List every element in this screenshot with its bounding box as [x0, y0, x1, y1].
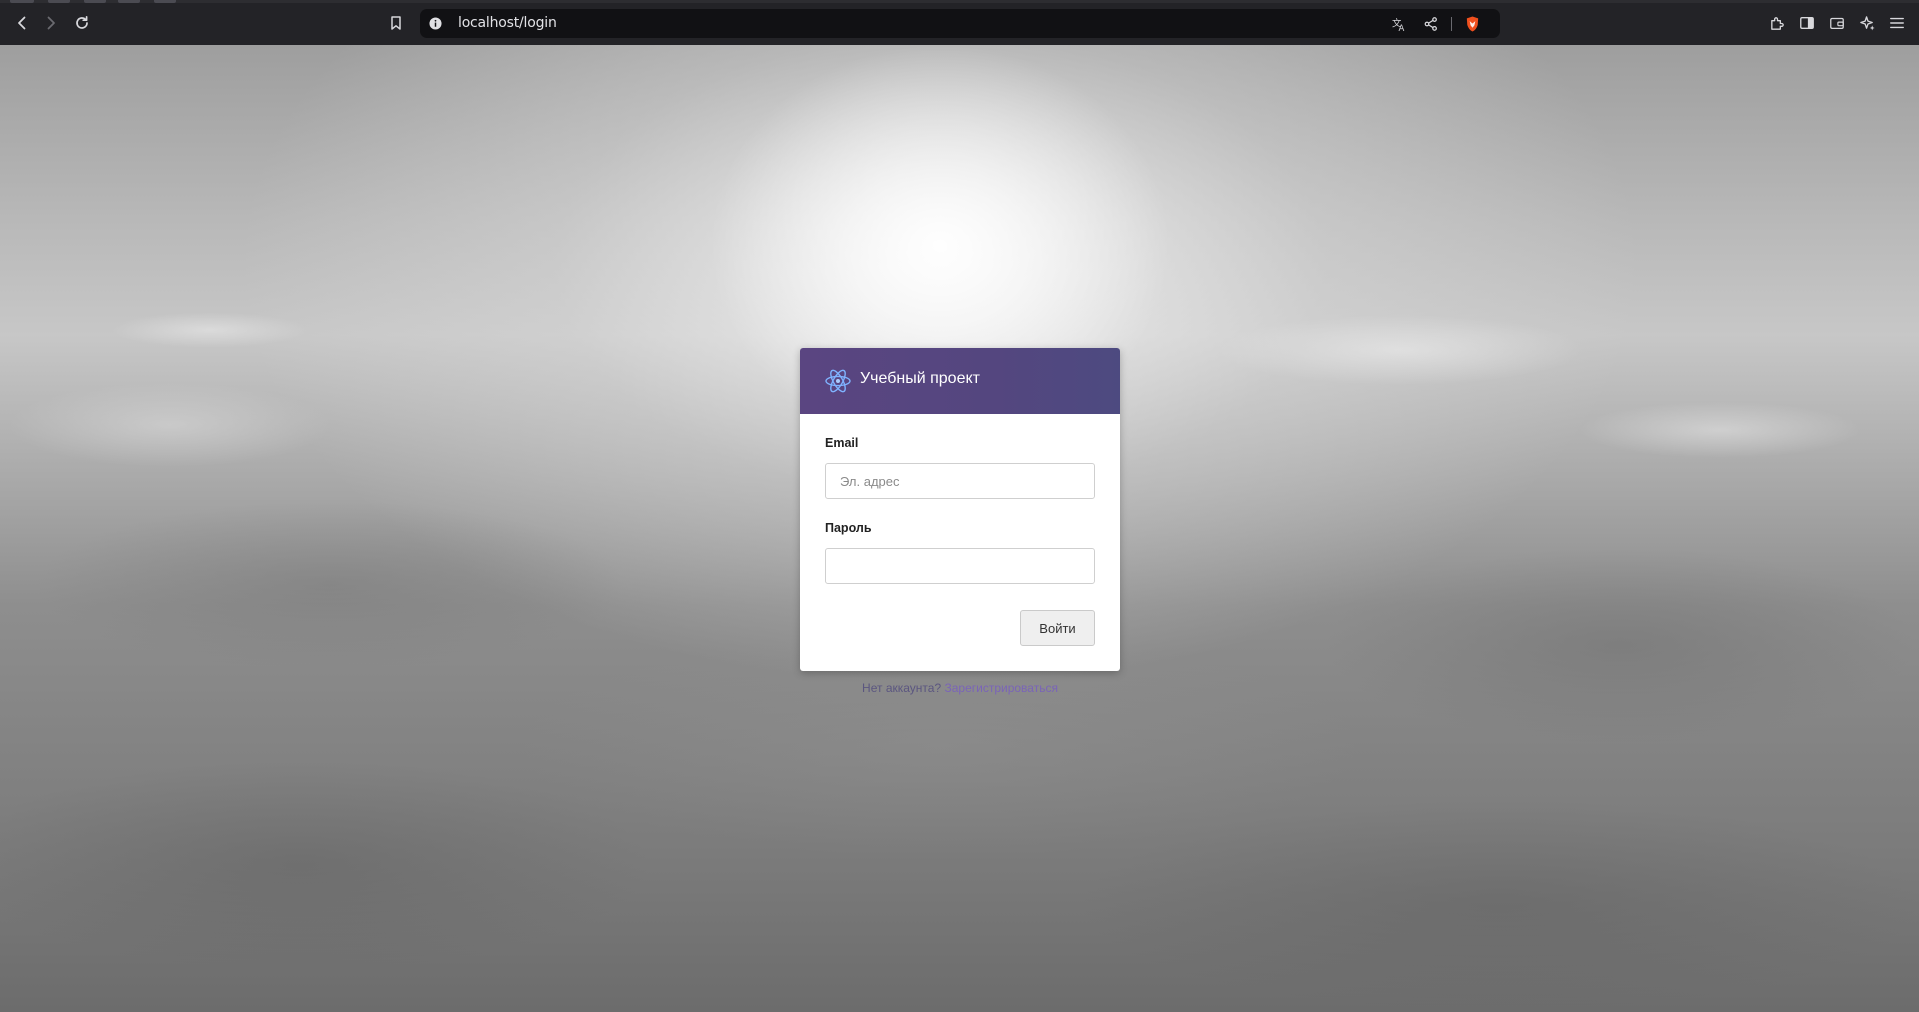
reload-icon — [76, 15, 88, 29]
bookmark-icon — [391, 16, 401, 30]
wallet-icon — [1830, 17, 1844, 29]
login-card: Учебный проект Email Пароль Войти — [800, 348, 1120, 671]
password-label: Пароль — [825, 521, 872, 535]
login-button[interactable]: Войти — [1020, 610, 1095, 646]
site-info-icon[interactable] — [429, 17, 442, 30]
leo-ai-icon — [1859, 15, 1875, 30]
sidebar-button[interactable] — [1797, 13, 1817, 33]
chevron-right-icon — [47, 16, 55, 30]
atom-logo-icon — [825, 369, 851, 393]
password-field[interactable] — [825, 548, 1095, 584]
extensions-button[interactable] — [1767, 13, 1787, 33]
extensions-icon — [1770, 16, 1784, 30]
register-prompt-text: Нет аккаунта? — [862, 681, 942, 695]
share-button[interactable] — [1422, 15, 1440, 33]
tab-edge[interactable] — [10, 0, 34, 3]
chevron-left-icon — [18, 16, 26, 30]
translate-icon: 文A — [1391, 17, 1404, 33]
email-label: Email — [825, 436, 859, 450]
forward-button[interactable] — [40, 12, 62, 34]
share-icon — [1424, 17, 1437, 31]
leo-ai-button[interactable] — [1857, 13, 1877, 33]
translate-button[interactable]: 文A — [1390, 15, 1408, 33]
tab-edge[interactable] — [84, 0, 106, 3]
login-card-header: Учебный проект — [800, 348, 1120, 414]
main-menu-button[interactable] — [1887, 13, 1907, 33]
browser-toolbar: localhost/login 文A — [0, 0, 1919, 46]
address-bar[interactable]: localhost/login 文A — [420, 9, 1500, 38]
tab-strip — [0, 0, 1919, 3]
register-link[interactable]: Зарегистрироваться — [944, 681, 1057, 695]
sidebar-icon — [1800, 17, 1814, 29]
url-divider — [1451, 17, 1452, 31]
back-button[interactable] — [11, 12, 33, 34]
brave-shields-button[interactable] — [1463, 15, 1481, 33]
brand-title: Учебный проект — [860, 370, 980, 387]
page-background: Учебный проект Email Пароль Войти Нет ак… — [0, 45, 1919, 1012]
bookmark-button[interactable] — [385, 12, 407, 34]
register-prompt: Нет аккаунта? Зарегистрироваться — [800, 681, 1120, 695]
svg-text:A: A — [1398, 24, 1404, 33]
url-text[interactable]: localhost/login — [458, 15, 557, 31]
tab-edge[interactable] — [154, 0, 176, 3]
brave-shield-icon — [1466, 16, 1478, 32]
reload-button[interactable] — [71, 12, 93, 34]
menu-icon — [1890, 17, 1904, 29]
tab-edge[interactable] — [48, 0, 70, 3]
email-field[interactable] — [825, 463, 1095, 499]
tab-edge[interactable] — [118, 0, 140, 3]
wallet-button[interactable] — [1827, 13, 1847, 33]
